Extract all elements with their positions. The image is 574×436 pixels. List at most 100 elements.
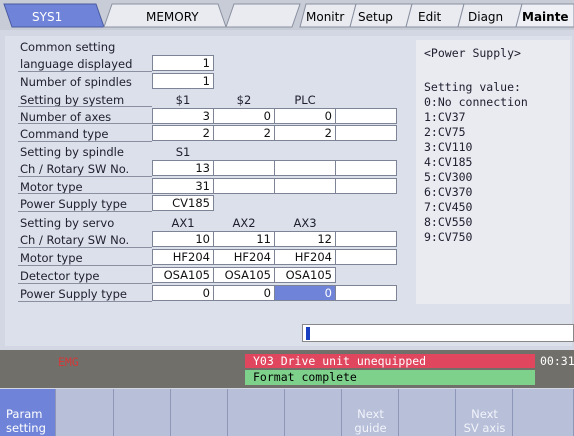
softkey-8[interactable] (400, 389, 456, 436)
spindle-motor-field[interactable]: 31 (152, 178, 214, 194)
row-divider (18, 265, 152, 266)
guide-heading: Setting value: (424, 80, 521, 94)
softkey-3[interactable] (115, 389, 171, 436)
softkey-label: Param (6, 407, 43, 421)
row-divider (18, 301, 152, 302)
servo-ch-label: Ch / Rotary SW No. (20, 233, 130, 247)
servo-motor-field-1[interactable]: HF204 (152, 249, 214, 265)
spindle-ch-empty-2[interactable] (274, 160, 336, 176)
spindle-heading: Setting by spindle (20, 145, 124, 159)
servo-col-ax3: AX3 (293, 216, 317, 230)
cmd-field-1[interactable]: 2 (152, 125, 214, 141)
next-guide-softkey[interactable]: Next guide (343, 389, 399, 436)
axes-field-plc[interactable]: 0 (274, 108, 336, 124)
softkey-2[interactable] (58, 389, 114, 436)
common-setting-heading: Common setting (20, 40, 116, 54)
spindle-ch-empty-3[interactable] (335, 160, 397, 176)
guide-option: 1:CV37 (424, 110, 466, 124)
axes-field-empty[interactable] (335, 108, 397, 124)
detector-field-3[interactable]: OSA105 (274, 267, 336, 283)
emergency-label: EMG (58, 355, 79, 369)
operation-message: Format complete (245, 370, 535, 385)
row-divider (18, 141, 152, 142)
servo-ch-empty[interactable] (335, 231, 397, 247)
spindles-label: Number of spindles (20, 75, 132, 89)
param-setting-softkey[interactable]: Param setting (0, 389, 56, 436)
guide-option: 3:CV110 (424, 140, 473, 154)
softkey-6[interactable] (286, 389, 342, 436)
spindles-field[interactable]: 1 (152, 73, 214, 89)
row-divider (18, 176, 152, 177)
softkey-label: setting (6, 421, 46, 435)
softkey-4[interactable] (172, 389, 228, 436)
guide-option: 7:CV450 (424, 200, 473, 214)
servo-ch-field-1[interactable]: 10 (152, 231, 214, 247)
row-divider (18, 106, 152, 107)
guide-option: 9:CV750 (424, 230, 473, 244)
softkey-10[interactable] (514, 389, 574, 436)
cmd-field-empty[interactable] (335, 125, 397, 141)
row-divider (18, 211, 152, 212)
language-label: language displayed (20, 57, 133, 71)
row-divider (18, 193, 152, 194)
spindle-ch-field[interactable]: 13 (152, 160, 214, 176)
spindle-power-label: Power Supply type (20, 197, 127, 211)
tab-sys1[interactable]: SYS1 (32, 10, 62, 24)
axes-field-2[interactable]: 0 (213, 108, 275, 124)
top-tab-bar: SYS1 MEMORY Monitr Setup Edit Diagn Main… (0, 0, 574, 30)
command-type-label: Command type (20, 127, 109, 141)
spindle-motor-empty-3[interactable] (335, 178, 397, 194)
next-sv-axis-softkey[interactable]: Next SV axis (457, 389, 513, 436)
servo-col-ax1: AX1 (171, 216, 195, 230)
tab-monitor[interactable]: Monitr (306, 10, 344, 24)
cmd-field-plc[interactable]: 2 (274, 125, 336, 141)
guide-title: <Power Supply> (424, 46, 521, 60)
guide-option: 0:No connection (424, 95, 528, 109)
detector-label: Detector type (20, 269, 100, 283)
spindle-motor-label: Motor type (20, 180, 83, 194)
guide-option: 8:CV550 (424, 215, 473, 229)
row-divider (18, 283, 152, 284)
axes-field-1[interactable]: 3 (152, 108, 214, 124)
system-col-2: $2 (236, 93, 252, 107)
servo-heading: Setting by servo (20, 216, 115, 230)
guide-option: 5:CV300 (424, 170, 473, 184)
axes-label: Number of axes (20, 110, 112, 124)
softkey-label: Next (357, 407, 384, 421)
softkey-label: guide (354, 421, 387, 435)
tab-mainte[interactable]: Mainte (522, 10, 569, 24)
spindle-motor-empty-2[interactable] (274, 178, 336, 194)
detector-field-2[interactable]: OSA105 (213, 267, 275, 283)
system-col-plc: PLC (294, 93, 316, 107)
spindle-motor-empty-1[interactable] (213, 178, 275, 194)
servo-power-field-1[interactable]: 0 (152, 285, 214, 301)
softkey-5[interactable] (229, 389, 285, 436)
spindle-col-s1: S1 (175, 145, 191, 159)
servo-power-field-3-selected[interactable]: 0 (274, 285, 336, 301)
servo-ch-field-2[interactable]: 11 (213, 231, 275, 247)
servo-motor-field-3[interactable]: HF204 (274, 249, 336, 265)
language-field[interactable]: 1 (152, 55, 214, 71)
softkey-label: Next (471, 407, 498, 421)
spindle-power-field[interactable]: CV185 (152, 195, 214, 211)
row-divider (18, 71, 152, 72)
cmd-field-2[interactable]: 2 (213, 125, 275, 141)
spindle-ch-empty-1[interactable] (213, 160, 275, 176)
guide-option: 6:CV370 (424, 185, 473, 199)
row-divider (18, 247, 152, 248)
guide-option: 2:CV75 (424, 125, 466, 139)
tab-diagn[interactable]: Diagn (468, 10, 503, 24)
servo-ch-field-3[interactable]: 12 (274, 231, 336, 247)
servo-power-empty[interactable] (335, 285, 397, 301)
tab-setup[interactable]: Setup (358, 10, 393, 24)
system-col-1: $1 (175, 93, 191, 107)
input-line[interactable] (302, 324, 574, 342)
tab-memory[interactable]: MEMORY (146, 10, 199, 24)
servo-motor-field-2[interactable]: HF204 (213, 249, 275, 265)
tab-edit[interactable]: Edit (418, 10, 441, 24)
servo-power-field-2[interactable]: 0 (213, 285, 275, 301)
detector-field-1[interactable]: OSA105 (152, 267, 214, 283)
servo-motor-label: Motor type (20, 251, 83, 265)
spindle-ch-label: Ch / Rotary SW No. (20, 162, 130, 176)
servo-motor-empty[interactable] (335, 249, 397, 265)
